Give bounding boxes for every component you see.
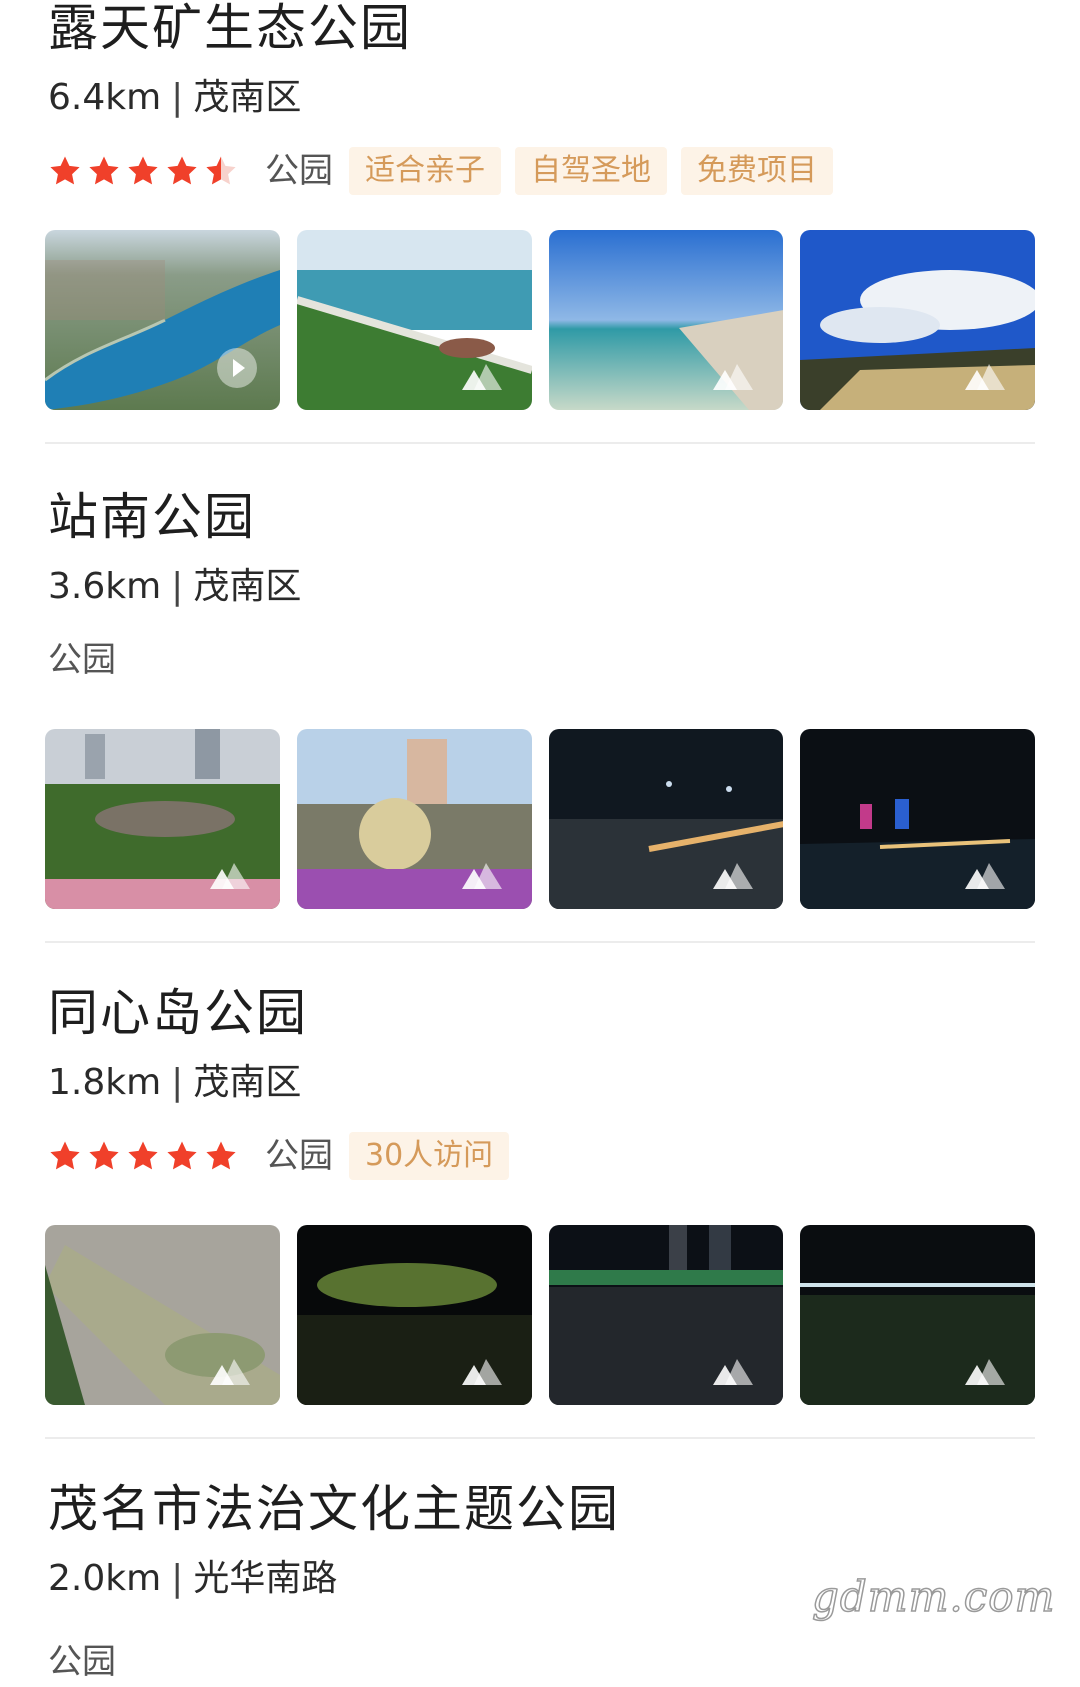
- image-mark-icon: [209, 863, 250, 889]
- image-mark-icon: [461, 863, 502, 889]
- district: 茂南区: [193, 1062, 302, 1103]
- night-riverside-photo[interactable]: [548, 729, 784, 909]
- star-icon: [204, 1139, 238, 1173]
- tag: 免费项目: [681, 147, 833, 195]
- category-label: 公园: [265, 1136, 333, 1176]
- category-label: 公园: [48, 1642, 116, 1682]
- star-icon: [126, 154, 160, 188]
- image-mark-icon: [461, 364, 502, 390]
- distance: 6.4km: [48, 77, 162, 118]
- night-city-lights-photo[interactable]: [800, 729, 1035, 909]
- image-mark-icon: [965, 364, 1005, 390]
- peacock-sculpture-photo[interactable]: [296, 729, 532, 909]
- image-mark-icon: [713, 364, 754, 390]
- image-mark-icon: [209, 1359, 250, 1385]
- divider: [45, 1437, 1035, 1439]
- park-location: 1.8km | 茂南区: [48, 1061, 301, 1105]
- distance: 2.0km: [48, 1558, 162, 1599]
- park-name: 茂名市法治文化主题公园: [48, 1480, 620, 1538]
- photo-strip: [45, 230, 1035, 410]
- separator: |: [171, 1558, 184, 1599]
- star-icon: [48, 1139, 82, 1173]
- night-lit-tree-photo[interactable]: [296, 1225, 532, 1405]
- distance: 1.8km: [48, 1062, 162, 1103]
- photo-strip: [45, 729, 1035, 909]
- star-icon: [165, 1139, 199, 1173]
- visitor-count-tag: 30人访问: [349, 1132, 510, 1180]
- star-icon: [126, 1139, 160, 1173]
- meta-row: 公园: [48, 635, 132, 685]
- park-location: 2.0km | 光华南路: [48, 1557, 337, 1601]
- park-name: 露天矿生态公园: [48, 0, 412, 57]
- garden-flowerbed-photo[interactable]: [45, 729, 280, 909]
- district: 光华南路: [193, 1558, 338, 1599]
- beach-water-photo[interactable]: [548, 230, 784, 410]
- image-mark-icon: [713, 1359, 754, 1385]
- meta-row: 公园: [48, 1637, 132, 1687]
- half-star-icon: [204, 154, 238, 188]
- park-location: 3.6km | 茂南区: [48, 565, 301, 609]
- image-mark-icon: [713, 863, 754, 889]
- watermark: gdmm.com: [811, 1571, 1056, 1622]
- lake-aerial-photo[interactable]: [45, 230, 280, 410]
- night-plaza-photo[interactable]: [548, 1225, 784, 1405]
- park-location: 6.4km | 茂南区: [48, 76, 301, 120]
- image-mark-icon: [461, 1359, 502, 1385]
- lake-shore-walkway-photo[interactable]: [296, 230, 532, 410]
- rating-stars: [48, 1139, 243, 1173]
- park-name: 站南公园: [48, 488, 256, 546]
- meta-row: 公园 适合亲子 自驾圣地 免费项目: [48, 146, 847, 196]
- rating-stars: [48, 154, 243, 188]
- star-icon: [87, 1139, 121, 1173]
- image-mark-icon: [965, 1359, 1005, 1385]
- distance: 3.6km: [48, 566, 162, 607]
- star-icon: [48, 154, 82, 188]
- park-name: 同心岛公园: [48, 984, 308, 1042]
- star-icon: [165, 154, 199, 188]
- star-icon: [87, 154, 121, 188]
- tag: 适合亲子: [349, 147, 501, 195]
- river-island-aerial-photo[interactable]: [45, 1225, 280, 1405]
- district: 茂南区: [193, 566, 302, 607]
- separator: |: [171, 1062, 184, 1103]
- night-lawn-photo[interactable]: [800, 1225, 1035, 1405]
- divider: [45, 442, 1035, 444]
- category-label: 公园: [48, 640, 116, 680]
- divider: [45, 941, 1035, 943]
- separator: |: [171, 77, 184, 118]
- image-mark-icon: [965, 863, 1005, 889]
- meta-row: 公园 30人访问: [48, 1131, 523, 1181]
- photo-strip: [45, 1225, 1035, 1405]
- play-icon[interactable]: [217, 348, 257, 388]
- separator: |: [171, 566, 184, 607]
- category-label: 公园: [265, 151, 333, 191]
- blue-sky-field-photo[interactable]: [800, 230, 1035, 410]
- tag: 自驾圣地: [515, 147, 667, 195]
- district: 茂南区: [193, 77, 302, 118]
